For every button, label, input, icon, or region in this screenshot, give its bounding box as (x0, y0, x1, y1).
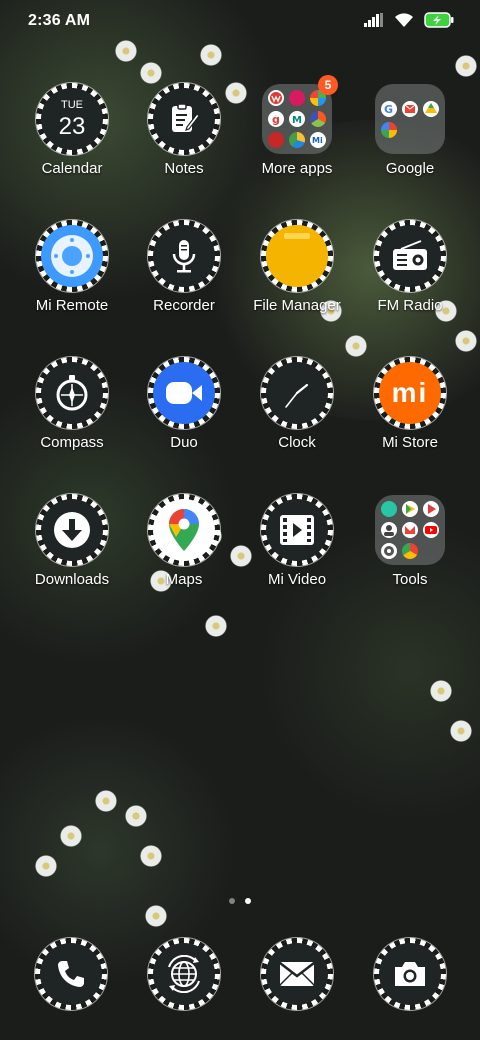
battery-icon (424, 12, 454, 33)
dock-camera[interactable] (374, 938, 446, 1010)
wifi-icon (394, 12, 414, 33)
svg-text:Mi: Mi (312, 136, 323, 145)
status-time: 2:36 AM (28, 12, 91, 29)
app-file-manager[interactable]: File Manager (237, 220, 357, 340)
dock-phone[interactable] (35, 938, 107, 1010)
app-label: Tools (392, 571, 428, 588)
app-downloads[interactable]: Downloads (12, 494, 132, 614)
page-indicator (0, 898, 480, 904)
signal-icon (364, 13, 384, 32)
app-calendar[interactable]: TUE 23 Calendar (12, 83, 132, 203)
app-mi-store[interactable]: mi Mi Store (350, 357, 470, 477)
app-notes[interactable]: Notes (124, 83, 244, 203)
folder-more-apps[interactable]: g M Mi 5 More apps (237, 75, 357, 203)
app-maps[interactable]: Maps (124, 494, 244, 614)
app-fm-radio[interactable]: FM Radio (350, 220, 470, 340)
app-duo[interactable]: Duo (124, 357, 244, 477)
calendar-icon: TUE 23 (41, 88, 103, 150)
page-dot-active[interactable] (245, 898, 251, 904)
page-dot[interactable] (229, 898, 235, 904)
app-mi-remote[interactable]: Mi Remote (12, 220, 132, 340)
app-clock[interactable]: Clock (237, 357, 357, 477)
phone-icon (40, 943, 102, 1005)
folder-google[interactable]: G Google (350, 83, 470, 203)
app-compass[interactable]: Compass (12, 357, 132, 477)
camera-icon (379, 943, 441, 1005)
download-icon (41, 499, 103, 561)
compass-icon (41, 362, 103, 424)
app-label: Mi Store (382, 434, 438, 451)
notification-badge: 5 (318, 75, 338, 95)
svg-text:g: g (272, 113, 280, 126)
folder-more-apps-preview: g M Mi (262, 84, 332, 154)
dock-messaging[interactable] (261, 938, 333, 1010)
folder-tools[interactable]: Tools (350, 494, 470, 614)
mi-store-icon: mi (379, 362, 441, 424)
svg-text:M: M (292, 115, 302, 126)
folder-tools-preview (375, 495, 445, 565)
calendar-weekday: TUE (60, 98, 83, 111)
film-icon (266, 499, 328, 561)
dock-browser[interactable] (148, 938, 220, 1010)
folder-google-preview: G (375, 84, 445, 154)
clock-icon (266, 362, 328, 424)
mi-logo: mi (391, 377, 429, 408)
folder-icon (266, 225, 328, 287)
app-label: Google (385, 160, 435, 177)
mi-remote-icon (41, 225, 103, 287)
status-bar: 2:36 AM (0, 0, 480, 44)
svg-text:G: G (384, 103, 393, 116)
maps-pin-icon (153, 499, 215, 561)
calendar-day: 23 (58, 112, 86, 140)
radio-icon (379, 225, 441, 287)
app-mi-video[interactable]: Mi Video (237, 494, 357, 614)
messaging-icon (266, 943, 328, 1005)
duo-video-icon (153, 362, 215, 424)
app-recorder[interactable]: Recorder (124, 220, 244, 340)
app-label: FM Radio (377, 297, 443, 314)
browser-icon (153, 943, 215, 1005)
notes-icon (153, 88, 215, 150)
microphone-icon (153, 225, 215, 287)
